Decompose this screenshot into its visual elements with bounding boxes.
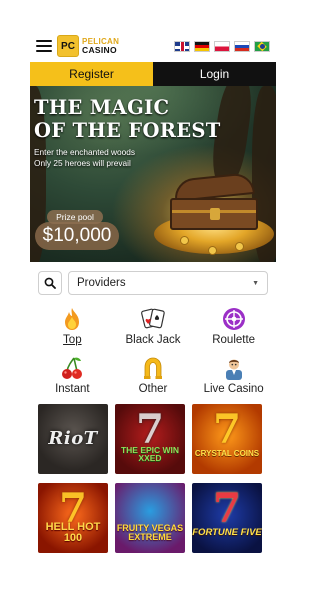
game-tile[interactable]: 7 FORTUNE FIVE [192, 483, 262, 553]
login-button[interactable]: Login [153, 62, 276, 86]
logo-badge: PC [57, 35, 79, 57]
polish-flag-icon[interactable] [214, 40, 230, 52]
prize-label: Prize pool [47, 210, 103, 224]
register-button[interactable]: Register [30, 62, 153, 86]
promo-banner[interactable]: THE MAGIC OF THE FOREST Enter the enchan… [30, 86, 276, 262]
game-title: FRUITY VEGAS EXTREME [116, 523, 184, 542]
svg-text:♥: ♥ [145, 318, 151, 326]
game-title: FORTUNE FIVE [192, 527, 262, 539]
category-label: Black Jack [125, 334, 181, 346]
seven-icon: 7 [213, 485, 241, 532]
game-tile[interactable]: RioT [38, 404, 108, 474]
chevron-down-icon: ▼ [252, 279, 259, 287]
category-label: Live Casino [203, 383, 264, 395]
logo-line-2: CASINO [82, 45, 117, 55]
category-label: Instant [55, 383, 90, 395]
english-flag-icon[interactable] [174, 40, 190, 52]
category-live-casino[interactable]: Live Casino [193, 354, 274, 395]
banner-title: THE MAGIC OF THE FOREST [34, 96, 221, 142]
seven-icon: 7 [213, 406, 241, 453]
game-title: THE EPIC WIN XXED [120, 444, 180, 463]
game-title: RioT [48, 428, 98, 449]
game-title: HELL HOT 100 [45, 521, 101, 544]
game-tile[interactable]: 7 THE EPIC WIN XXED [115, 404, 185, 474]
category-label: Top [63, 334, 82, 346]
german-flag-icon[interactable] [194, 40, 210, 52]
providers-select-value: Providers [77, 277, 126, 289]
category-instant[interactable]: Instant [32, 354, 113, 395]
auth-bar: Register Login [30, 62, 276, 86]
category-top[interactable]: Top [32, 305, 113, 346]
search-icon [44, 277, 56, 289]
game-title: CRYSTAL COINS [194, 449, 260, 458]
providers-select[interactable]: Providers ▼ [68, 271, 268, 295]
game-grid: RioT 7 THE EPIC WIN XXED 7 CRYSTAL COINS… [30, 395, 276, 553]
prize-pool: $10,000 Prize pool [35, 210, 119, 254]
category-label: Other [138, 383, 168, 395]
category-other[interactable]: Other [113, 354, 194, 395]
cherries-icon [62, 357, 83, 379]
fire-icon [65, 308, 80, 330]
brazilian-flag-icon[interactable] [254, 40, 270, 52]
banner-subtitle: Enter the enchanted woods Only 25 heroes… [34, 147, 136, 168]
game-tile[interactable]: 7 HELL HOT 100 [38, 483, 108, 553]
horseshoe-icon [143, 357, 162, 379]
roulette-icon [222, 308, 245, 330]
header: PC PELICAN CASINO [30, 30, 276, 62]
category-black-jack[interactable]: ♥ Black Jack [113, 305, 194, 346]
category-label: Roulette [212, 334, 256, 346]
logo[interactable]: PC PELICAN CASINO [57, 35, 119, 57]
russian-flag-icon[interactable] [234, 40, 250, 52]
category-roulette[interactable]: Roulette [193, 305, 274, 346]
app-frame: PC PELICAN CASINO Register Login THE MAG… [30, 30, 276, 578]
hamburger-menu-icon[interactable] [36, 40, 52, 52]
category-grid: Top ♥ Black Jack Roulette Instant Other … [30, 295, 276, 395]
game-tile[interactable]: FRUITY VEGAS EXTREME [115, 483, 185, 553]
dealer-icon [225, 359, 242, 380]
language-selector [174, 40, 270, 52]
cards-icon: ♥ [141, 308, 165, 329]
game-tile[interactable]: 7 CRYSTAL COINS [192, 404, 262, 474]
filter-row: Providers ▼ [30, 262, 276, 295]
treasure-chest-image [170, 171, 258, 232]
search-button[interactable] [38, 271, 62, 295]
prize-amount: $10,000 [35, 222, 119, 250]
